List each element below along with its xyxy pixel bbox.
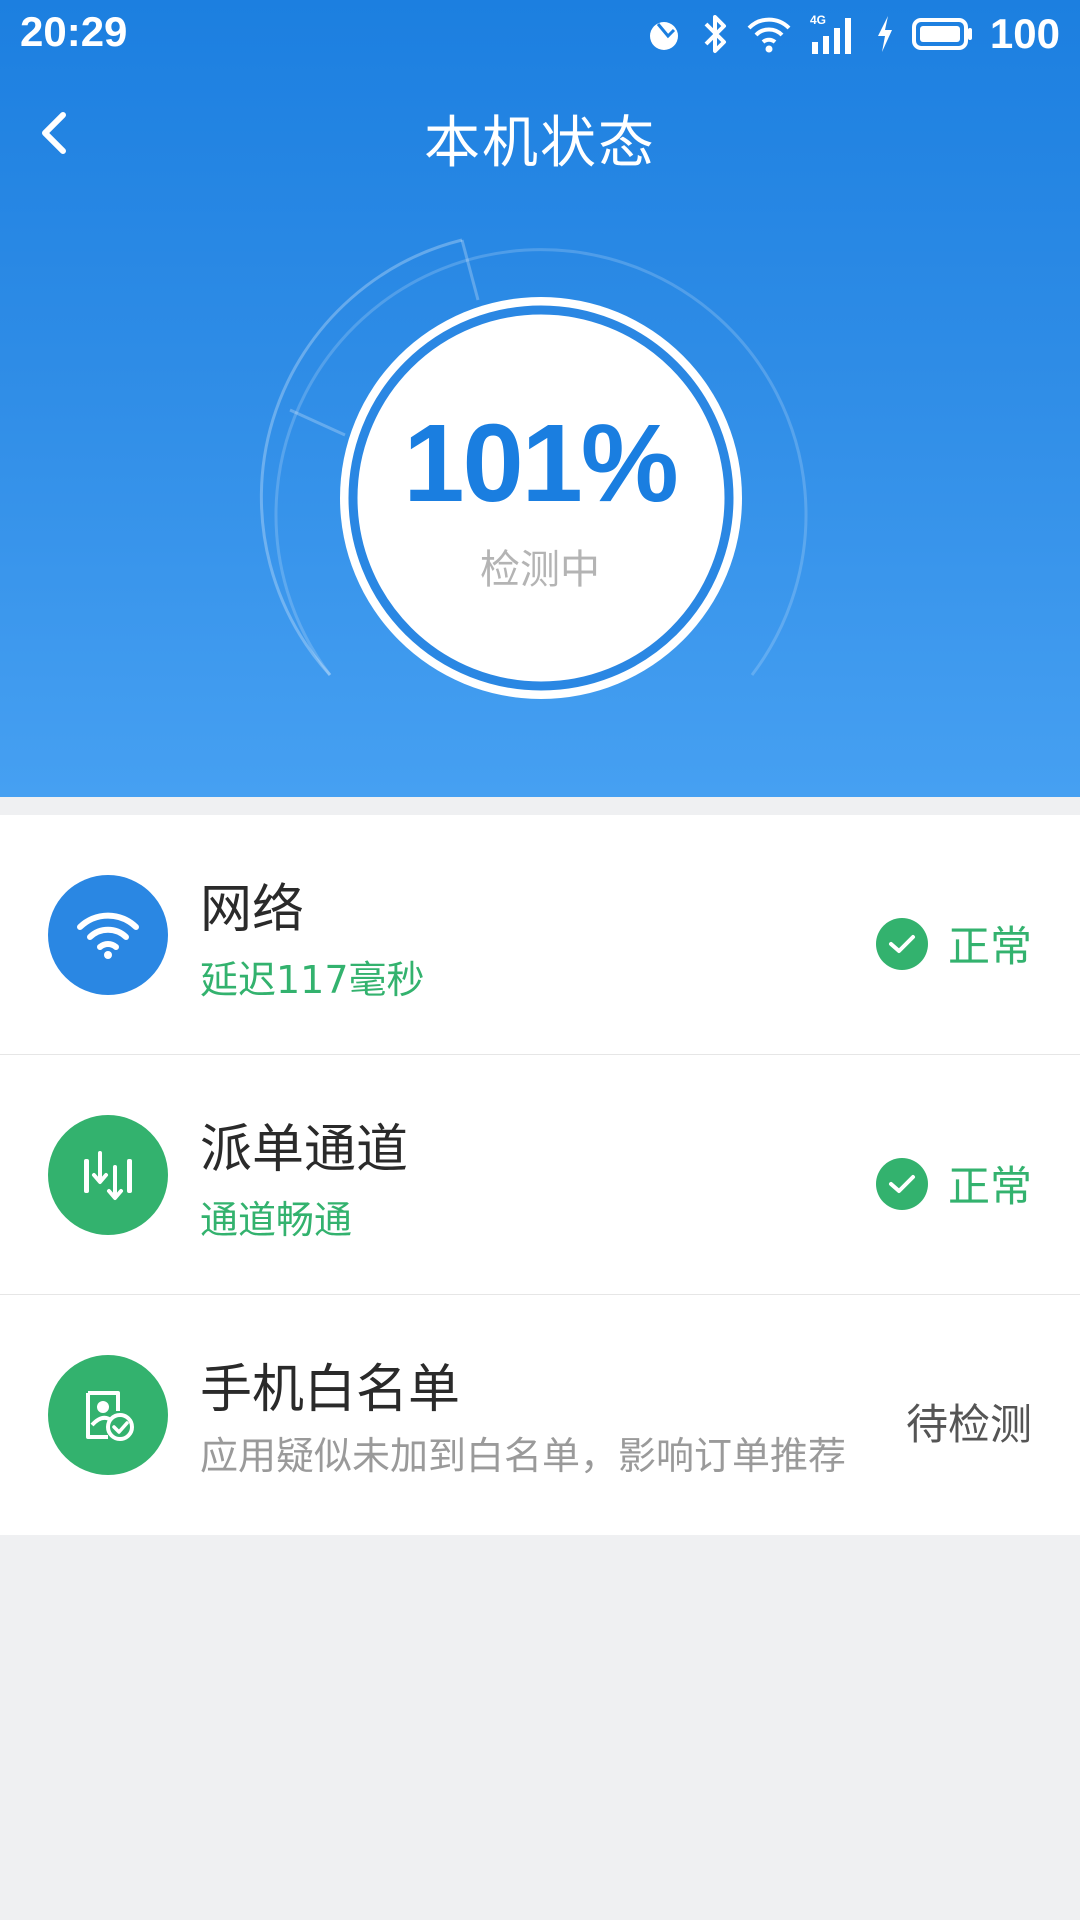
wifi-signal-icon: [746, 14, 792, 54]
cellular-signal-icon: 4G: [808, 12, 858, 56]
status-icons: 4G 100: [644, 8, 1060, 60]
top-app-bar: 本机状态: [0, 80, 1080, 190]
gauge-tick: [460, 239, 480, 301]
gauge-status-text: 检测中: [480, 547, 600, 593]
check-icon: [875, 1157, 928, 1210]
item-status: 待检测: [906, 1391, 1032, 1452]
item-title: 派单通道: [200, 1120, 409, 1180]
check-icon: [875, 917, 928, 970]
whitelist-icon: [48, 1355, 168, 1475]
network-type-label: 4G: [810, 13, 826, 27]
item-title: 网络: [200, 880, 305, 940]
header-background: 20:29 4G 100 本机状态: [0, 0, 1080, 797]
status-time: 20:29: [20, 8, 128, 55]
gauge-percent: 101%: [403, 402, 678, 525]
item-subtitle: 延迟117毫秒: [200, 958, 425, 1002]
charging-icon: [874, 14, 896, 54]
check-list: 网络 延迟117毫秒 正常 派单通道 通道畅通 正常 手机白名单 应用疑似未加到…: [0, 815, 1080, 1535]
list-item-whitelist[interactable]: 手机白名单 应用疑似未加到白名单，影响订单推荐 待检测: [0, 1295, 1080, 1535]
status-bar: 20:29 4G 100: [0, 0, 1080, 68]
item-status-label: 正常: [947, 922, 1032, 971]
battery-percent: 100: [989, 10, 1060, 57]
item-subtitle: 应用疑似未加到白名单，影响订单推荐: [200, 1434, 847, 1478]
wifi-icon: [48, 875, 168, 995]
item-status: 正常: [875, 1153, 1032, 1214]
bluetooth-icon: [700, 12, 730, 56]
page-title: 本机状态: [424, 111, 656, 176]
order-channel-icon: [48, 1115, 168, 1235]
item-subtitle: 通道畅通: [200, 1198, 353, 1242]
item-status-label: 待检测: [905, 1400, 1032, 1449]
item-title: 手机白名单: [200, 1360, 461, 1420]
alarm-icon: [644, 14, 684, 54]
item-status: 正常: [875, 913, 1032, 974]
list-item-network[interactable]: 网络 延迟117毫秒 正常: [0, 815, 1080, 1055]
item-status-label: 正常: [947, 1162, 1032, 1211]
battery-icon: [911, 16, 974, 52]
list-item-order-channel[interactable]: 派单通道 通道畅通 正常: [0, 1055, 1080, 1295]
